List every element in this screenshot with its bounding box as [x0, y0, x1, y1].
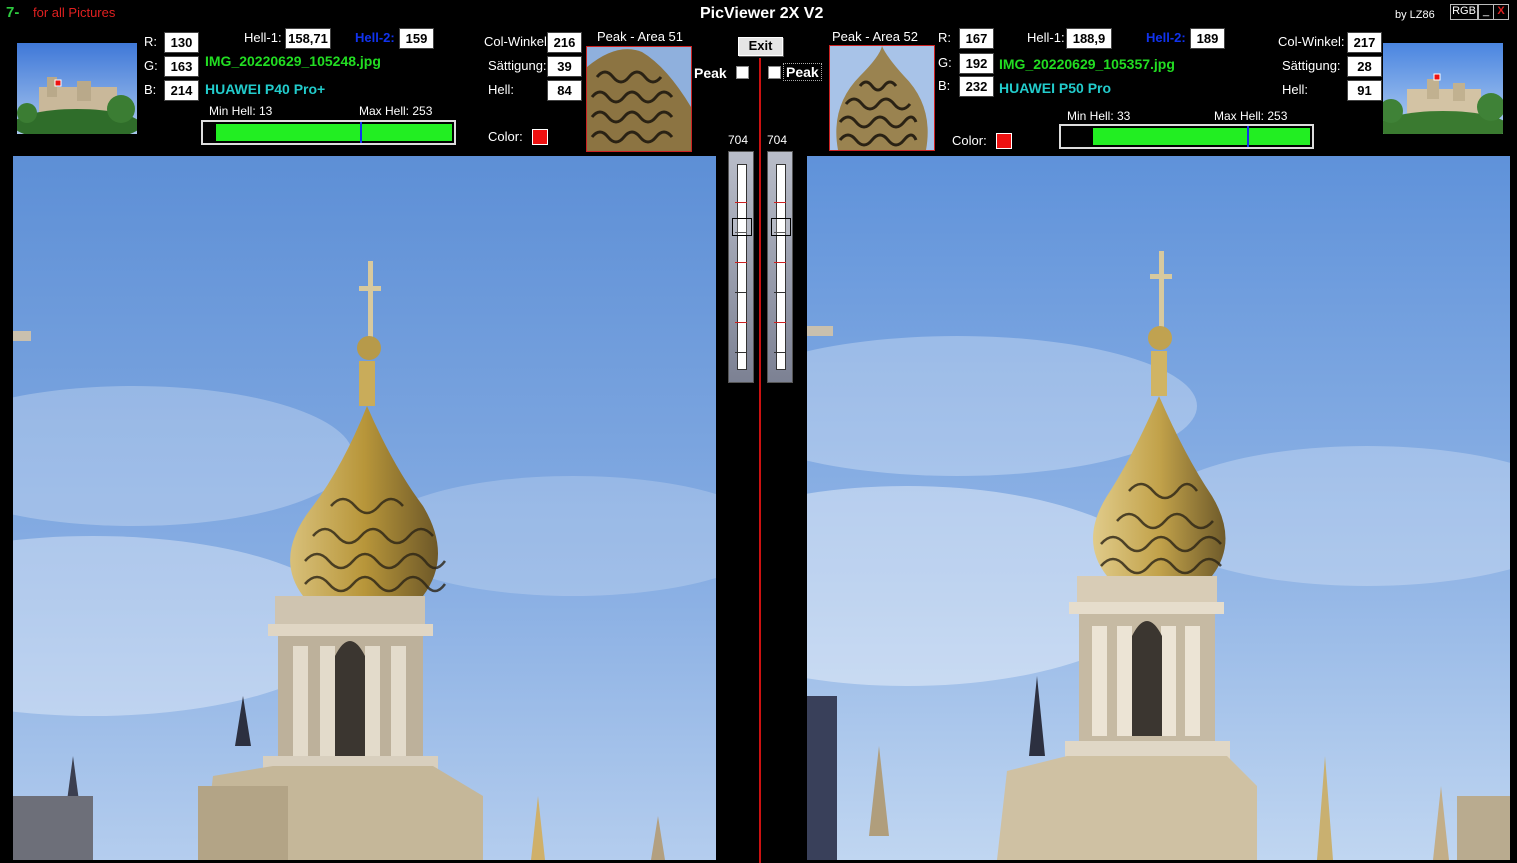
left-saettigung-label: Sättigung:	[488, 58, 547, 73]
slider-tick	[735, 202, 747, 203]
slider-tick	[735, 352, 747, 353]
right-saettigung-value: 28	[1347, 56, 1382, 77]
left-min-hell-label: Min Hell: 13	[209, 104, 273, 118]
left-slider-value: 704	[728, 133, 749, 147]
right-saettigung-label: Sättigung:	[1282, 58, 1341, 73]
close-icon[interactable]: X	[1493, 4, 1509, 20]
right-thumbnail[interactable]	[1383, 43, 1503, 134]
right-hell2-value: 189	[1190, 28, 1225, 49]
right-b-value: 232	[959, 76, 994, 97]
left-g-value: 163	[164, 56, 199, 77]
left-color-swatch[interactable]	[532, 129, 548, 145]
for-all-pictures-label[interactable]: for all Pictures	[33, 5, 115, 20]
right-brightness-fill	[1093, 128, 1311, 145]
right-colwinkel-value: 217	[1347, 32, 1382, 53]
left-brightness-marker	[359, 122, 362, 143]
slider-tick	[735, 292, 747, 293]
app-title: PicViewer 2X V2	[700, 5, 824, 22]
left-r-label: R:	[144, 34, 157, 49]
right-peak-checkbox[interactable]	[768, 66, 781, 79]
left-r-value: 130	[164, 32, 199, 53]
left-peak-label: Peak	[694, 65, 727, 81]
left-b-label: B:	[144, 82, 157, 97]
right-peak-label: Peak	[783, 63, 822, 81]
author-label: by LZ86	[1395, 9, 1435, 21]
right-camera-model: HUAWEI P50 Pro	[999, 80, 1112, 96]
right-hell-label: Hell:	[1282, 82, 1309, 97]
right-max-hell-label: Max Hell: 253	[1214, 109, 1288, 123]
slider-tick	[735, 262, 747, 263]
left-saettigung-value: 39	[547, 56, 582, 77]
right-color-swatch[interactable]	[996, 133, 1012, 149]
right-g-value: 192	[959, 53, 994, 74]
left-hell-label: Hell:	[488, 82, 515, 97]
right-slider-track	[776, 164, 786, 370]
left-hell2-label: Hell-2:	[355, 30, 395, 45]
left-hell1-label: Hell-1:	[244, 30, 282, 45]
left-thumbnail[interactable]	[17, 43, 137, 134]
left-peak-area-image	[586, 46, 692, 152]
right-brightness-marker	[1247, 126, 1250, 147]
center-divider	[759, 58, 761, 863]
left-b-value: 214	[164, 80, 199, 101]
left-slider-handle[interactable]	[732, 218, 752, 236]
right-slider-value: 704	[767, 133, 788, 147]
left-peak-checkbox[interactable]	[736, 66, 749, 79]
left-image-view[interactable]	[13, 156, 716, 860]
left-g-label: G:	[144, 58, 158, 73]
left-colwinkel-label: Col-Winkel	[484, 34, 547, 49]
right-peak-area-label: Peak - Area 52	[832, 29, 918, 44]
slider-tick	[774, 322, 786, 323]
left-camera-model: HUAWEI P40 Pro+	[205, 81, 326, 97]
left-zoom-slider[interactable]	[728, 151, 754, 383]
left-hell1-value: 158,71	[285, 28, 331, 49]
minimize-icon[interactable]: _	[1478, 4, 1494, 20]
right-hell-value: 91	[1347, 80, 1382, 101]
right-image-view[interactable]	[807, 156, 1510, 860]
left-filename: IMG_20220629_105248.jpg	[205, 53, 381, 69]
exit-button[interactable]: Exit	[738, 37, 783, 56]
right-zoom-slider[interactable]	[767, 151, 793, 383]
rgb-button[interactable]: RGB	[1450, 4, 1478, 20]
left-hell2-value: 159	[399, 28, 434, 49]
left-hell-value: 84	[547, 80, 582, 101]
left-brightness-bar	[201, 120, 456, 145]
right-hell1-label: Hell-1:	[1027, 30, 1065, 45]
left-brightness-fill	[215, 124, 453, 141]
right-b-label: B:	[938, 78, 951, 93]
slider-tick	[774, 352, 786, 353]
left-slider-track	[737, 164, 747, 370]
right-filename: IMG_20220629_105357.jpg	[999, 56, 1175, 72]
slider-tick	[735, 322, 747, 323]
right-g-label: G:	[938, 55, 952, 70]
right-peak-area-image	[829, 45, 935, 151]
left-colwinkel-value: 216	[547, 32, 582, 53]
app-logo-icon: 7-	[6, 4, 20, 21]
slider-tick	[774, 262, 786, 263]
right-r-label: R:	[938, 30, 951, 45]
right-min-hell-label: Min Hell: 33	[1067, 109, 1131, 123]
right-r-value: 167	[959, 28, 994, 49]
right-hell2-label: Hell-2:	[1146, 30, 1186, 45]
right-slider-handle[interactable]	[771, 218, 791, 236]
right-brightness-bar	[1059, 124, 1314, 149]
left-max-hell-label: Max Hell: 253	[359, 104, 433, 118]
slider-tick	[774, 292, 786, 293]
right-colwinkel-label: Col-Winkel:	[1278, 34, 1345, 49]
left-peak-area-label: Peak - Area 51	[597, 29, 683, 44]
left-color-label: Color:	[488, 129, 523, 144]
right-hell1-value: 188,9	[1066, 28, 1112, 49]
right-color-label: Color:	[952, 133, 987, 148]
slider-tick	[774, 202, 786, 203]
